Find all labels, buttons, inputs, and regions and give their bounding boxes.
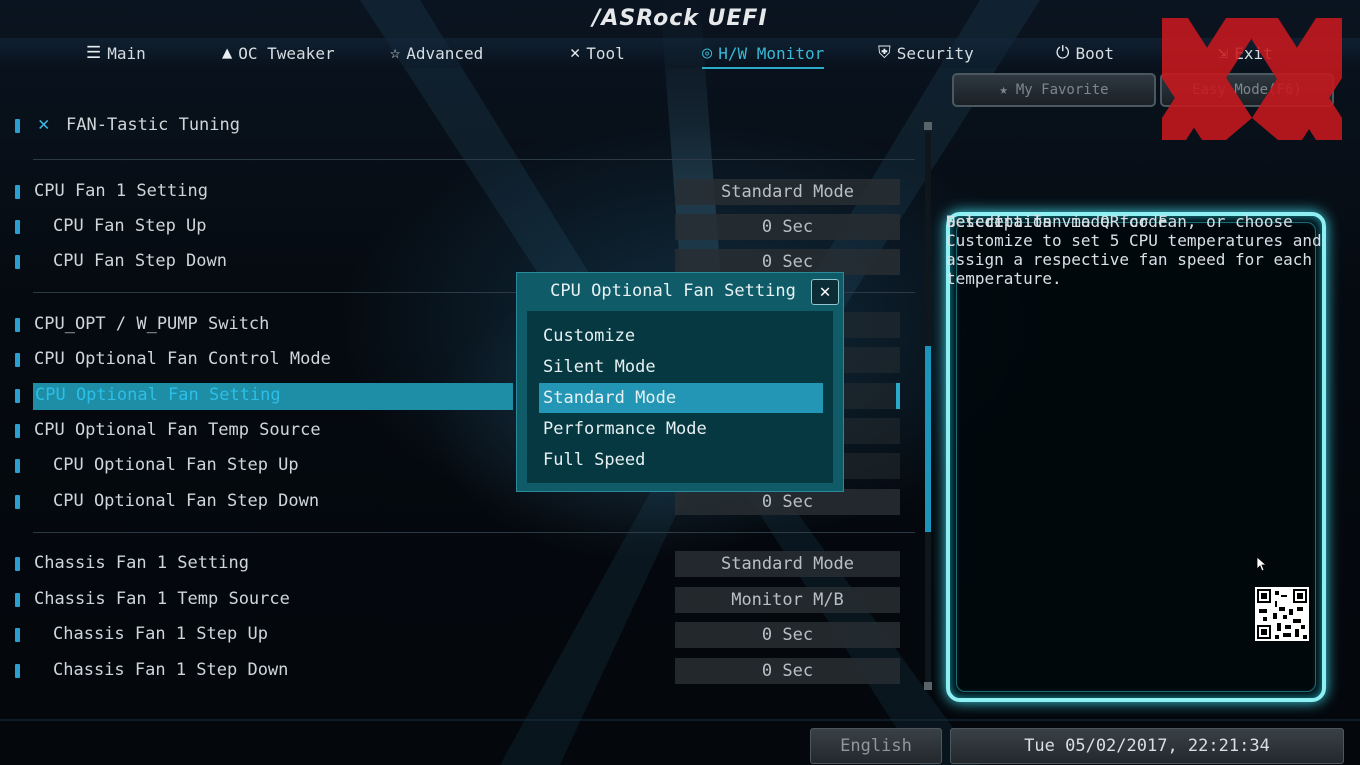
setting-label: CPU Optional Fan Step Up xyxy=(53,455,299,475)
tab-security[interactable]: ⛨ Security xyxy=(878,40,974,66)
setting-label: CPU_OPT / W_PUMP Switch xyxy=(34,314,270,334)
tab-hw-monitor-label: H/W Monitor xyxy=(718,43,825,63)
setting-row[interactable]: CPU Optional Fan Control Mode xyxy=(0,344,520,376)
bullet-marker xyxy=(15,628,20,642)
setting-label: CPU Optional Fan Control Mode xyxy=(34,349,331,369)
language-button[interactable]: English xyxy=(810,728,942,764)
setting-value[interactable]: 0 Sec xyxy=(675,622,900,648)
tab-boot-label: Boot xyxy=(1075,43,1114,63)
option-performance-mode[interactable]: Performance Mode xyxy=(539,414,823,444)
bullet-marker xyxy=(15,459,20,473)
scrollbar[interactable] xyxy=(922,122,934,692)
shield-icon: ⛨ xyxy=(878,43,891,63)
tab-oc-tweaker[interactable]: ▲ OC Tweaker xyxy=(222,40,335,66)
setting-row-selected[interactable]: CPU Optional Fan Setting xyxy=(0,380,520,412)
setting-row[interactable]: CPU Fan Step Down xyxy=(0,246,520,278)
setting-row[interactable]: CPU Optional Fan Step Up xyxy=(0,450,520,482)
my-favorite-button[interactable]: ★ My Favorite xyxy=(952,73,1156,107)
tab-boot[interactable]: ⏻ Boot xyxy=(1056,40,1114,66)
setting-label: Chassis Fan 1 Temp Source xyxy=(34,589,290,609)
tab-tool-label: Tool xyxy=(586,43,625,63)
setting-row[interactable]: CPU_OPT / W_PUMP Switch xyxy=(0,309,520,341)
setting-value[interactable]: 0 Sec xyxy=(675,489,900,515)
close-button[interactable]: ✕ xyxy=(811,279,839,305)
star-icon: ★ xyxy=(999,82,1008,98)
bullet-marker xyxy=(15,255,20,269)
option-list: Customize Silent Mode Standard Mode Perf… xyxy=(527,311,833,483)
divider xyxy=(33,532,915,533)
dialog-title: CPU Optional Fan Setting xyxy=(550,281,796,301)
setting-label: CPU Optional Fan Setting xyxy=(35,385,281,405)
option-silent-mode[interactable]: Silent Mode xyxy=(539,352,823,382)
setting-row[interactable]: Chassis Fan 1 Step Down xyxy=(0,655,520,687)
setting-label: CPU Fan 1 Setting xyxy=(34,181,208,201)
setting-value[interactable]: Monitor M/B xyxy=(675,587,900,613)
qr-code-icon xyxy=(1255,587,1309,641)
divider xyxy=(33,159,915,160)
qr-caption: Get details via QR code xyxy=(946,212,1168,231)
scroll-thumb[interactable] xyxy=(925,346,931,532)
setting-label: CPU Fan Step Down xyxy=(53,251,227,271)
setting-row[interactable]: Chassis Fan 1 Setting xyxy=(0,548,520,580)
datetime-display: Tue 05/02/2017, 22:21:34 xyxy=(950,728,1344,764)
star-icon: ☆ xyxy=(390,43,401,63)
tab-advanced-label: Advanced xyxy=(406,43,484,63)
tab-advanced[interactable]: ☆ Advanced xyxy=(390,40,483,66)
bullet-marker xyxy=(15,495,20,509)
bullet-marker xyxy=(15,185,20,199)
bullet-marker xyxy=(15,353,20,367)
setting-row[interactable]: CPU Optional Fan Step Down xyxy=(0,486,520,518)
tools-icon: ✕ xyxy=(570,43,581,63)
setting-value[interactable]: Standard Mode xyxy=(675,179,900,205)
setting-label: Chassis Fan 1 Step Up xyxy=(53,624,268,644)
watermark-logo xyxy=(1162,18,1342,140)
my-favorite-label: My Favorite xyxy=(1015,82,1109,98)
wrench-icon: ✕ xyxy=(38,113,50,135)
setting-row[interactable]: Chassis Fan 1 Step Up xyxy=(0,619,520,651)
tab-security-label: Security xyxy=(896,43,974,63)
tab-hw-monitor[interactable]: ◎ H/W Monitor xyxy=(702,40,825,69)
tab-oc-tweaker-label: OC Tweaker xyxy=(238,43,335,63)
tab-tool[interactable]: ✕ Tool xyxy=(570,40,625,66)
bullet-marker xyxy=(15,220,20,234)
setting-value[interactable]: Standard Mode xyxy=(675,551,900,577)
fan-setting-dialog: CPU Optional Fan Setting ✕ Customize Sil… xyxy=(516,272,844,492)
option-full-speed[interactable]: Full Speed xyxy=(539,445,823,475)
bullet-marker xyxy=(15,318,20,332)
bullet-marker xyxy=(15,119,20,133)
scroll-down-arrow[interactable] xyxy=(924,682,932,690)
option-standard-mode[interactable]: Standard Mode xyxy=(539,383,823,413)
setting-label: CPU Optional Fan Temp Source xyxy=(34,420,321,440)
monitor-gauge-icon: ◎ xyxy=(702,43,713,63)
section-title: FAN-Tastic Tuning xyxy=(66,115,240,135)
list-icon: ☰ xyxy=(86,43,102,63)
setting-label: CPU Fan Step Up xyxy=(53,216,207,236)
bullet-marker xyxy=(15,557,20,571)
option-customize[interactable]: Customize xyxy=(539,321,823,351)
mouse-cursor-icon xyxy=(1256,556,1266,572)
bullet-marker xyxy=(15,424,20,438)
setting-row[interactable]: Chassis Fan 1 Temp Source xyxy=(0,584,520,616)
rocket-icon: ▲ xyxy=(222,43,233,63)
setting-label: Chassis Fan 1 Step Down xyxy=(53,660,289,680)
scroll-up-arrow[interactable] xyxy=(924,122,932,130)
section-header: ✕ FAN-Tastic Tuning xyxy=(0,110,520,142)
setting-row[interactable]: CPU Optional Fan Temp Source xyxy=(0,415,520,447)
setting-value[interactable]: 0 Sec xyxy=(675,658,900,684)
setting-row[interactable]: CPU Fan 1 Setting xyxy=(0,176,520,208)
asrock-uefi-logo: /ASRock UEFI xyxy=(592,6,768,31)
tab-main-label: Main xyxy=(107,43,146,63)
nav-bar xyxy=(0,38,1360,68)
power-icon: ⏻ xyxy=(1056,43,1070,63)
setting-row[interactable]: CPU Fan Step Up xyxy=(0,211,520,243)
bullet-marker xyxy=(15,664,20,678)
tab-main[interactable]: ☰ Main xyxy=(86,40,146,66)
bullet-marker xyxy=(15,593,20,607)
bullet-marker xyxy=(15,389,20,403)
setting-label: Chassis Fan 1 Setting xyxy=(34,553,249,573)
setting-value[interactable]: 0 Sec xyxy=(675,214,900,240)
setting-label: CPU Optional Fan Step Down xyxy=(53,491,320,511)
